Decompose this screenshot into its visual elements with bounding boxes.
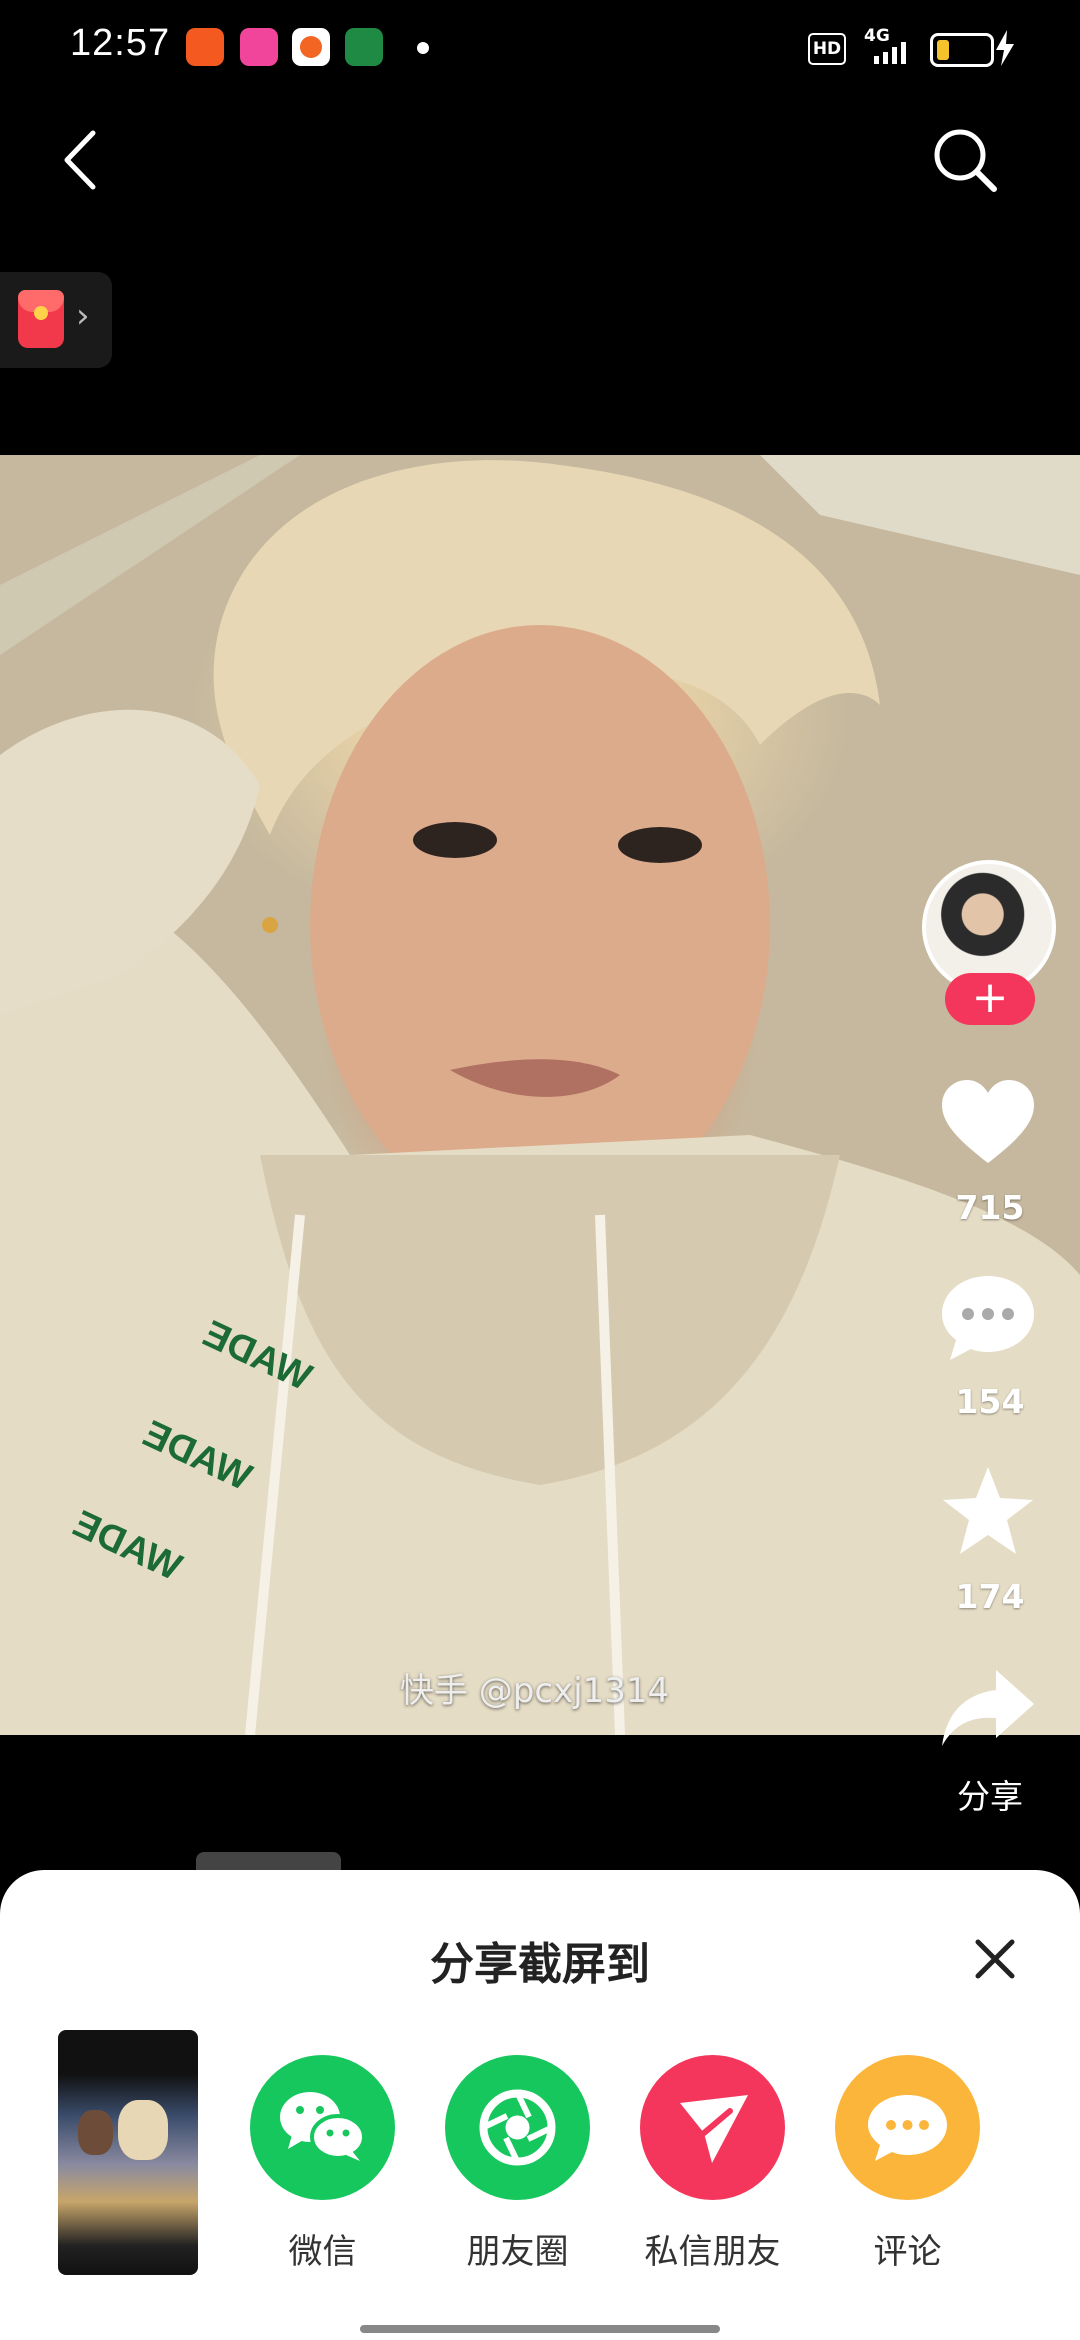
comment-icon — [835, 2055, 980, 2200]
sheet-title: 分享截屏到 — [430, 1939, 650, 1990]
like-icon[interactable] — [938, 1075, 1038, 1175]
notification-dot — [417, 42, 429, 54]
moments-icon — [445, 2055, 590, 2200]
follow-button[interactable]: + — [945, 973, 1035, 1025]
browser-app-icon — [292, 28, 330, 66]
wechat-icon — [250, 2055, 395, 2200]
screenshot-thumbnail[interactable] — [58, 2030, 198, 2275]
share-option-label: 微信 — [288, 2232, 357, 2272]
comment-icon[interactable] — [938, 1268, 1038, 1368]
share-moments[interactable]: 朋友圈 — [445, 2055, 590, 2273]
red-envelope-icon — [18, 290, 64, 348]
close-icon[interactable] — [968, 1932, 1022, 1986]
share-option-label: 朋友圈 — [466, 2232, 569, 2272]
comment-count: 154 — [955, 1382, 1025, 1421]
video-player[interactable]: WADE WADE WADE 快手 @pcxj1314 — [0, 455, 1080, 1735]
share-direct-message[interactable]: 私信朋友 — [640, 2055, 785, 2273]
charging-icon — [996, 30, 1014, 66]
paper-plane-icon — [640, 2055, 785, 2200]
search-icon[interactable] — [930, 125, 1000, 195]
red-packet-chevron-icon: › — [76, 296, 90, 336]
kuaishou-app-icon — [186, 28, 224, 66]
chevron-left-icon[interactable] — [55, 125, 105, 195]
home-indicator[interactable] — [360, 2325, 720, 2333]
red-packet-widget[interactable]: › — [0, 272, 112, 368]
status-bar: 12:57 HD 4G — [0, 0, 1080, 96]
status-time: 12:57 — [70, 22, 171, 64]
signal-icon — [874, 42, 906, 64]
share-arrow-icon[interactable] — [938, 1660, 1038, 1760]
shopping-app-icon — [240, 28, 278, 66]
like-count: 715 — [955, 1188, 1025, 1227]
video-watermark: 快手 @pcxj1314 — [400, 1671, 670, 1711]
share-wechat[interactable]: 微信 — [250, 2055, 395, 2273]
hd-badge: HD — [808, 33, 846, 65]
share-option-label: 评论 — [873, 2232, 942, 2272]
favorite-count: 174 — [955, 1577, 1025, 1616]
share-label[interactable]: 分享 — [920, 1770, 1060, 1818]
share-sheet: 分享截屏到 微信 朋友圈 私信朋友 评论 — [0, 1870, 1080, 2340]
battery-icon — [930, 33, 994, 67]
oppo-app-icon — [345, 28, 383, 66]
favorite-star-icon[interactable] — [938, 1462, 1038, 1562]
share-option-label: 私信朋友 — [644, 2232, 781, 2272]
share-comment[interactable]: 评论 — [835, 2055, 980, 2273]
